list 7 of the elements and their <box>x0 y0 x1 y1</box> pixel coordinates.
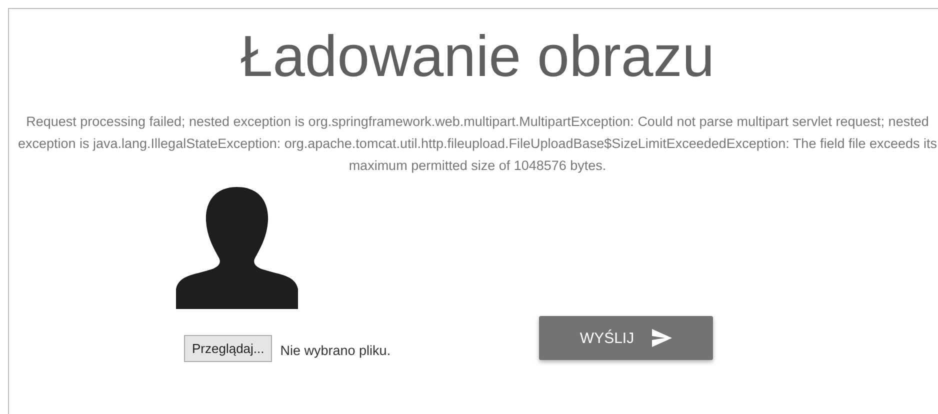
file-status: Nie wybrano pliku. <box>280 343 391 358</box>
error-message: Request processing failed; nested exception is org.springframework.web.multipart.MultipartException: Could not parse multipart servlet request; nested exception is java.lang.IllegalStateException: org.apache.tomcat.util.http.fileupload.FileUploadBase$SizeLimitExceededException: The field file exceeds its maximum permitted size of 1048576 bytes. <box>16 113 938 175</box>
page-title: Ładowanie obrazu <box>240 23 715 91</box>
send-icon <box>652 329 672 347</box>
browse-button[interactable]: Przeglądaj... <box>184 335 272 362</box>
send-button[interactable]: WYŚLIJ <box>539 316 713 360</box>
person-silhouette-icon <box>174 185 300 309</box>
